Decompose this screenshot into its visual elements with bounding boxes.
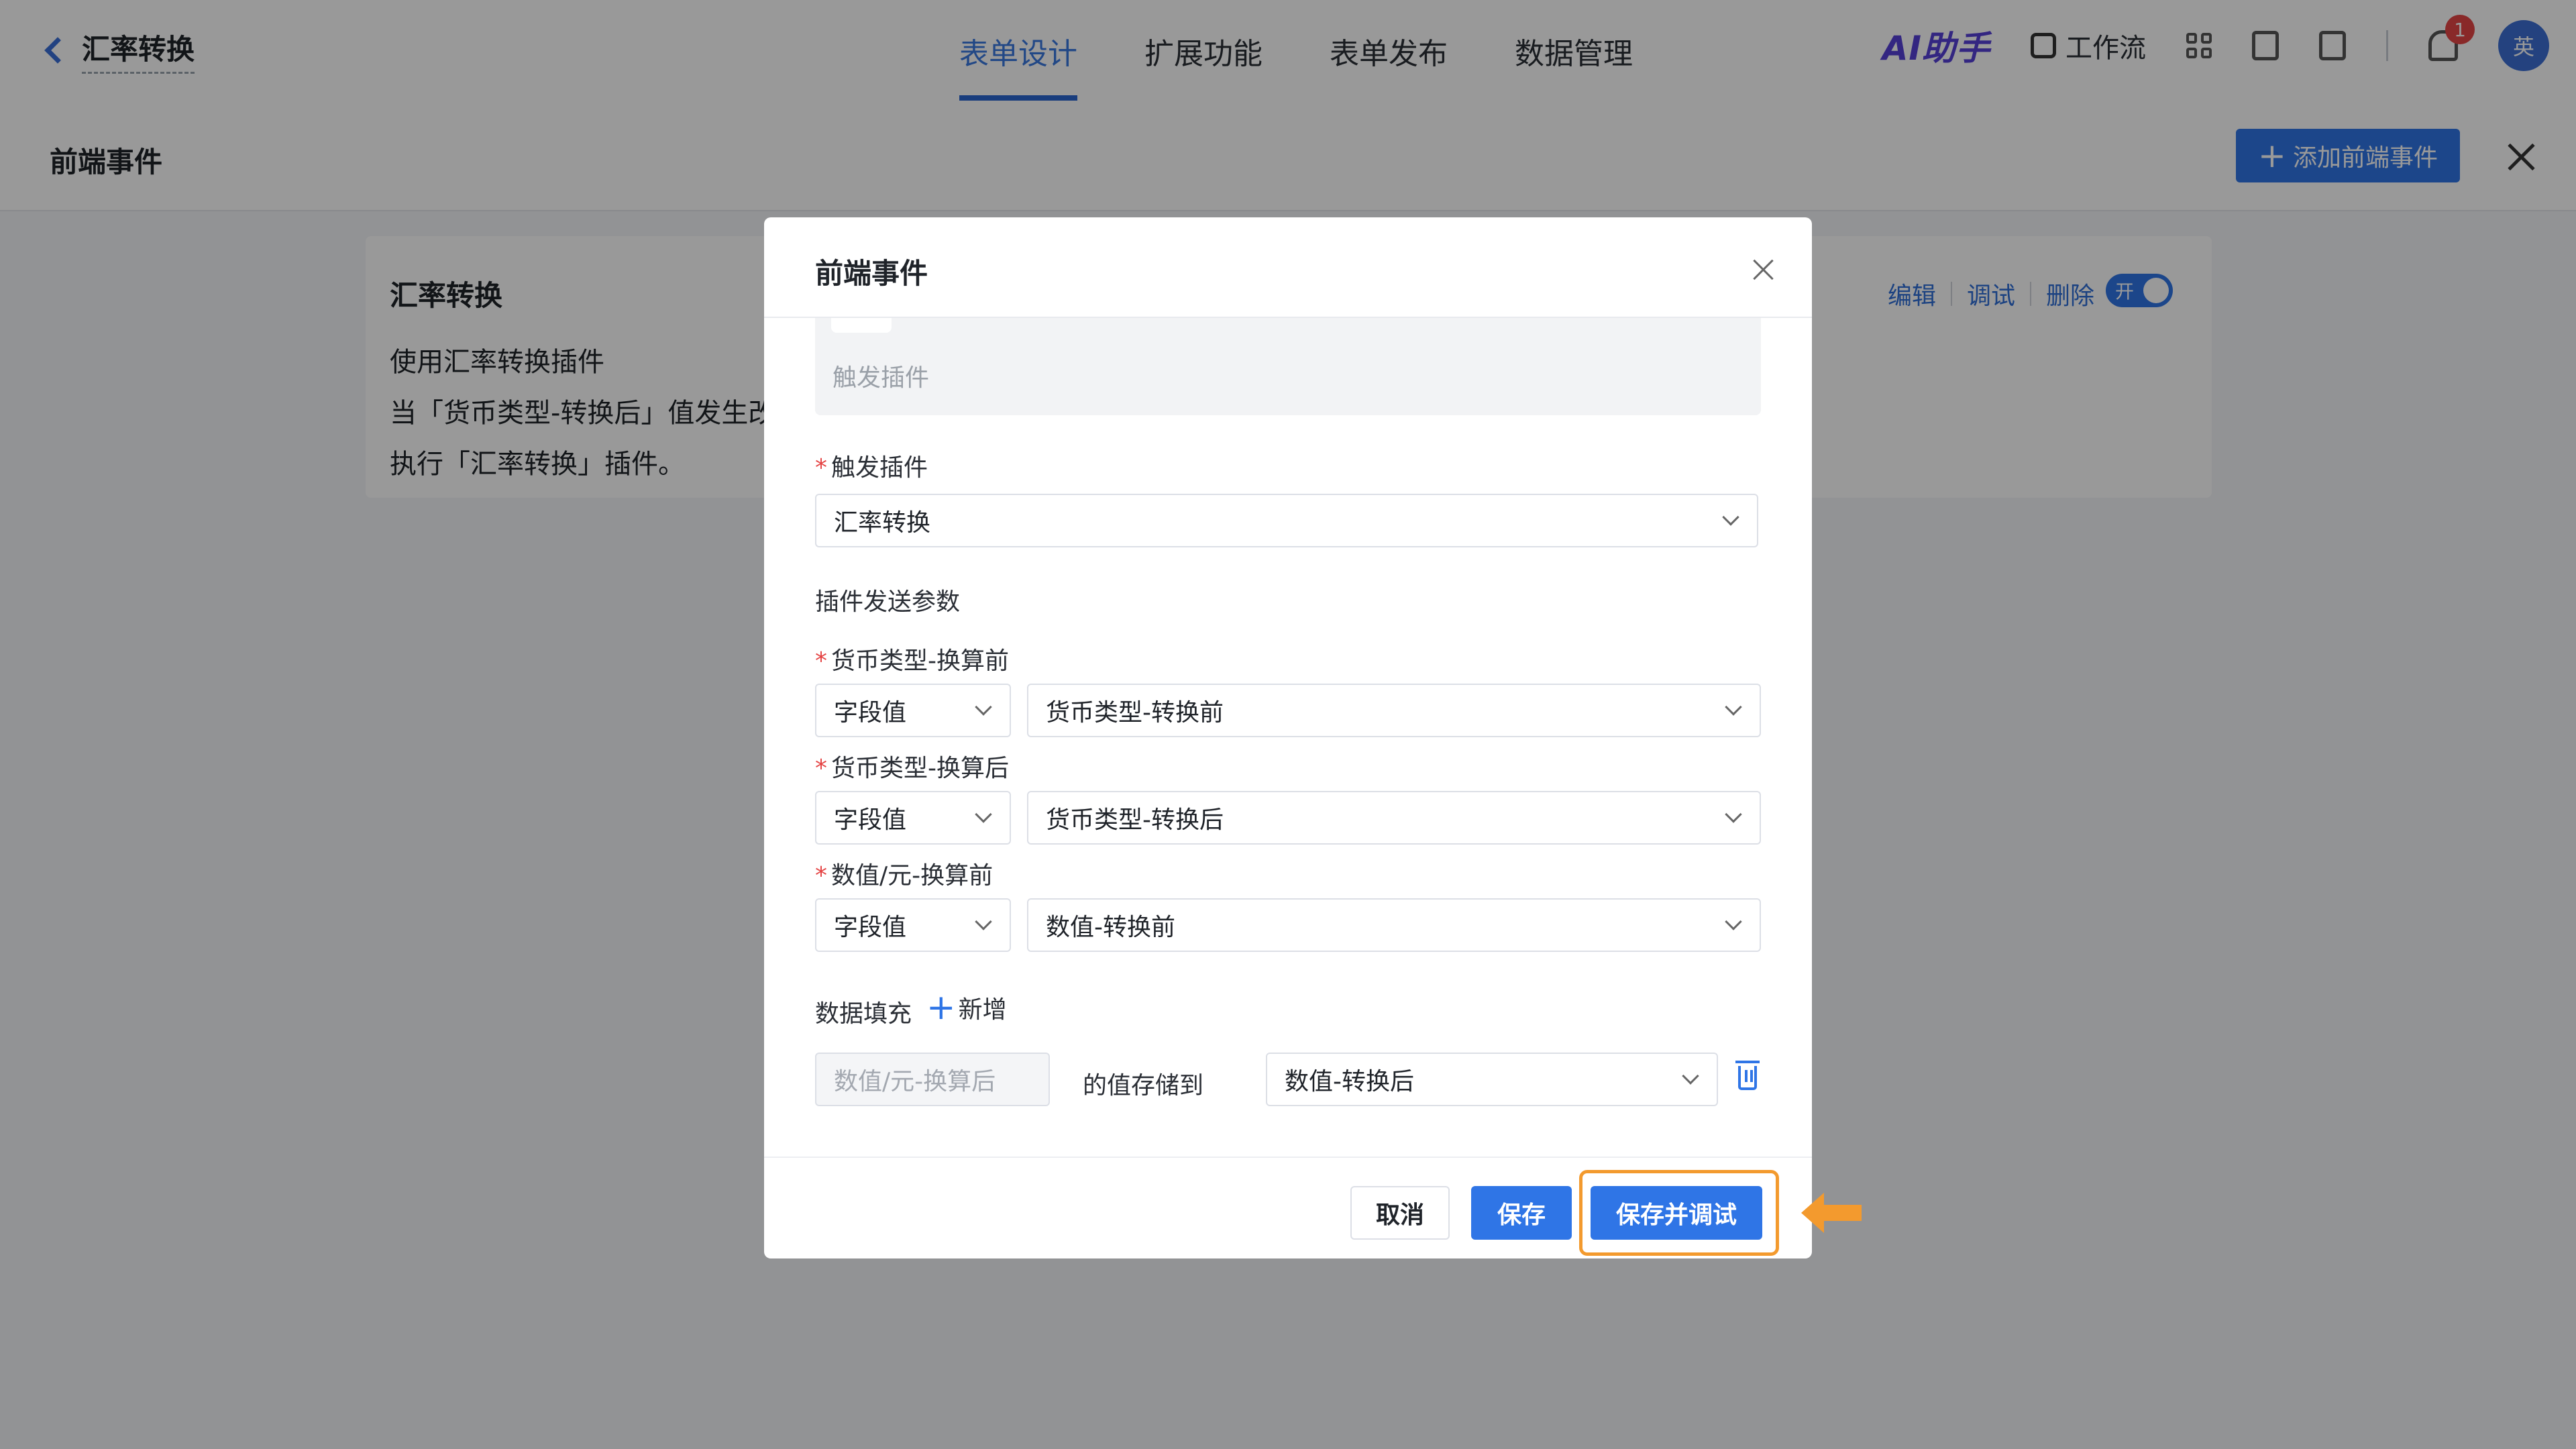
param-field-select[interactable]: 货币类型-转换前 (1027, 684, 1761, 737)
fill-target-select[interactable]: 数值-转换后 (1266, 1053, 1718, 1106)
chevron-down-icon (1722, 508, 1739, 526)
trigger-plugin-label: * 触发插件 (815, 454, 928, 482)
preview-label: 触发插件 (833, 364, 930, 392)
dialog-title: 前端事件 (815, 257, 928, 290)
param-field-value: 数值-转换前 (1046, 914, 1175, 941)
params-section-title: 插件发送参数 (815, 588, 961, 616)
param-source-value: 字段值 (834, 806, 907, 834)
trigger-preview-box: 触发插件 (815, 318, 1761, 415)
param-field-value: 货币类型-转换后 (1046, 806, 1224, 834)
chevron-down-icon (1682, 1067, 1699, 1085)
pointer-arrow-icon (1801, 1193, 1862, 1233)
chevron-down-icon (975, 698, 992, 716)
save-button[interactable]: 保存 (1471, 1186, 1572, 1240)
frontend-event-dialog: 前端事件 触发插件 * 触发插件 汇率转换 插件发送参数 * 货币类型-换算前 字段… (764, 217, 1812, 1258)
trigger-plugin-select[interactable]: 汇率转换 (815, 494, 1758, 547)
param-field-select[interactable]: 数值-转换前 (1027, 898, 1761, 952)
chevron-down-icon (975, 806, 992, 823)
param-source-select[interactable]: 字段值 (815, 898, 1011, 952)
param-source-value: 字段值 (834, 699, 907, 727)
cancel-button[interactable]: 取消 (1350, 1186, 1450, 1240)
param-source-select[interactable]: 字段值 (815, 684, 1011, 737)
highlight-box (1579, 1170, 1779, 1256)
dialog-header: 前端事件 (764, 217, 1812, 318)
param-label: * 货币类型-换算前 (815, 647, 1009, 675)
param-source-value: 字段值 (834, 914, 907, 941)
chevron-down-icon (1725, 698, 1742, 716)
chevron-down-icon (975, 913, 992, 930)
fill-source-placeholder: 数值/元-换算后 (834, 1068, 996, 1095)
param-label: * 数值/元-换算前 (815, 862, 994, 890)
data-fill-title: 数据填充 (815, 1000, 912, 1028)
param-field-value: 货币类型-转换前 (1046, 699, 1224, 727)
fill-middle-text: 的值存储到 (1083, 1072, 1204, 1099)
trash-icon[interactable] (1735, 1061, 1760, 1090)
add-fill-button[interactable]: + 新增 (926, 990, 1007, 1025)
preview-chip (831, 318, 892, 333)
trigger-plugin-value: 汇率转换 (834, 509, 931, 537)
param-source-select[interactable]: 字段值 (815, 791, 1011, 845)
param-field-select[interactable]: 货币类型-转换后 (1027, 791, 1761, 845)
close-icon[interactable] (1753, 259, 1774, 280)
fill-target-value: 数值-转换后 (1285, 1068, 1414, 1095)
chevron-down-icon (1725, 913, 1742, 930)
chevron-down-icon (1725, 806, 1742, 823)
footer-divider (764, 1157, 1812, 1158)
param-label: * 货币类型-换算后 (815, 755, 1009, 782)
fill-source-input[interactable]: 数值/元-换算后 (815, 1053, 1050, 1106)
add-fill-label: 新增 (958, 996, 1007, 1024)
plus-icon: + (926, 987, 956, 1028)
